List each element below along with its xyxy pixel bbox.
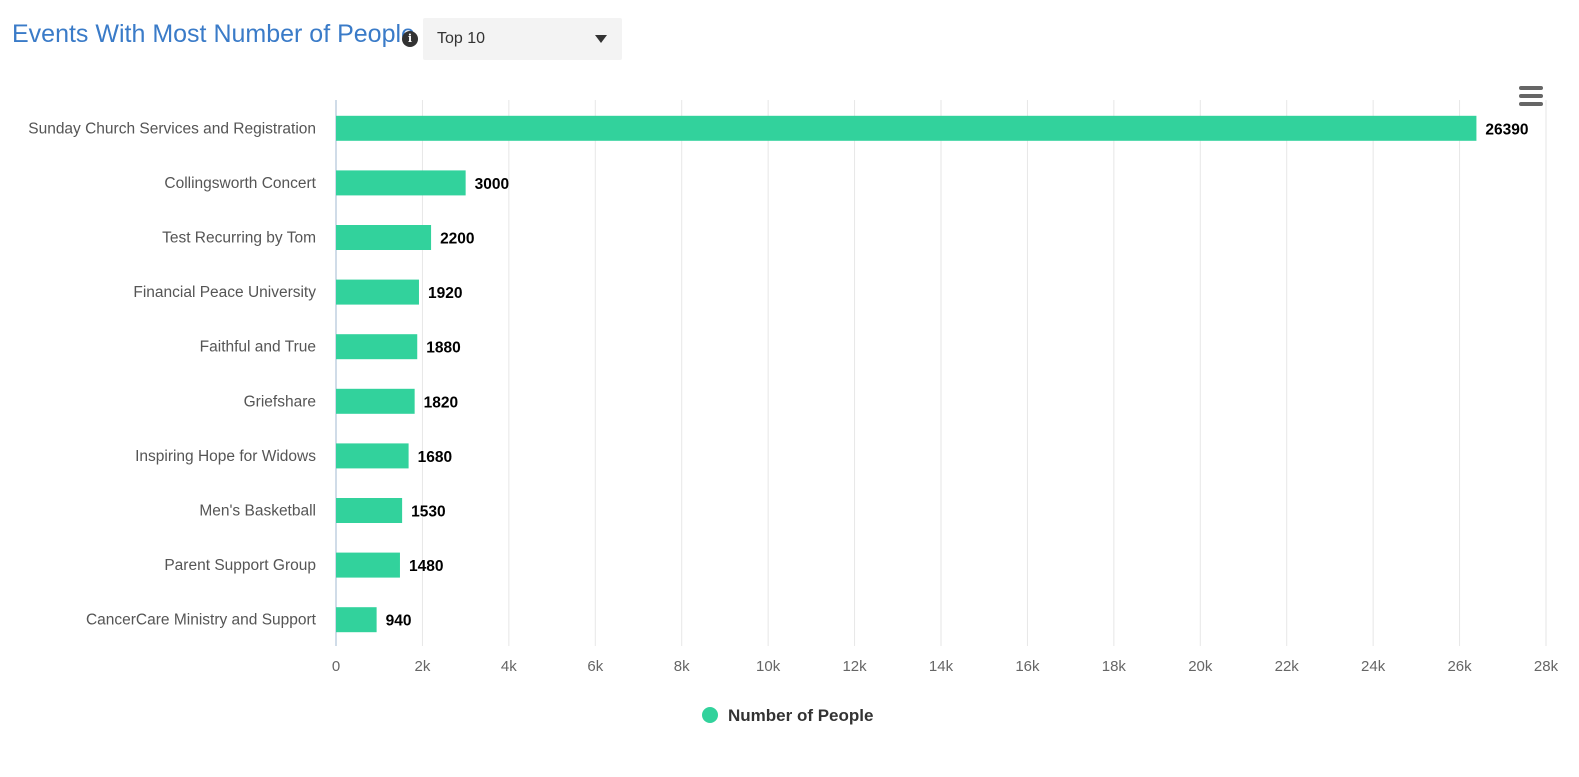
x-tick-label: 4k [501, 658, 517, 675]
category-label: Collingsworth Concert [164, 175, 316, 192]
x-tick-label: 8k [674, 658, 690, 675]
data-label: 1480 [409, 558, 443, 575]
bar [336, 115, 1477, 141]
x-tick-label: 22k [1275, 658, 1300, 675]
x-tick-label: 2k [415, 658, 431, 675]
category-label: Faithful and True [200, 339, 316, 356]
bar [336, 170, 466, 196]
legend-label: Number of People [728, 706, 874, 725]
info-icon[interactable]: i [402, 31, 418, 47]
bar [336, 498, 403, 523]
category-label: Men's Basketball [199, 503, 316, 520]
bar [336, 443, 409, 469]
x-tick-label: 6k [587, 658, 603, 675]
bar [336, 388, 415, 414]
bar [336, 334, 418, 360]
category-label: Financial Peace University [133, 284, 316, 301]
data-label: 1530 [411, 504, 445, 521]
category-label: Inspiring Hope for Widows [135, 448, 316, 465]
bar [336, 225, 432, 250]
x-tick-label: 18k [1102, 658, 1127, 675]
x-tick-label: 24k [1361, 658, 1386, 675]
category-label: CancerCare Ministry and Support [86, 612, 317, 629]
chart-page: 0 2k 4k 6k 8k 10k 12k 14k 16k 18k 20k 22k 24k 26k 28k S… [0, 0, 1579, 777]
data-label: 1880 [426, 340, 460, 357]
top-n-select[interactable]: Top 10 [423, 18, 622, 60]
top-n-select-value: Top 10 [437, 30, 486, 47]
x-tick-label: 28k [1534, 658, 1559, 675]
data-label: 940 [386, 613, 412, 630]
x-tick-label: 14k [929, 658, 954, 675]
data-label: 1920 [428, 285, 462, 302]
bar-chart: 0 2k 4k 6k 8k 10k 12k 14k 16k 18k 20k 22k 24k 26k 28k S… [28, 100, 1559, 675]
category-label: Parent Support Group [164, 557, 316, 574]
bar [336, 607, 377, 633]
category-label: Test Recurring by Tom [162, 230, 316, 247]
data-label: 2200 [440, 231, 474, 248]
data-label: 26390 [1485, 121, 1528, 138]
bar [336, 279, 419, 305]
x-tick-label: 16k [1015, 658, 1040, 675]
chart-title: Events With Most Number of People [12, 20, 415, 48]
x-tick-label: 0 [332, 658, 340, 675]
x-tick-label: 10k [756, 658, 781, 675]
x-tick-label: 26k [1447, 658, 1472, 675]
caret-down-icon [595, 35, 607, 43]
category-label: Sunday Church Services and Registration [28, 120, 316, 137]
legend-marker [702, 707, 718, 723]
hamburger-menu-icon[interactable] [1519, 86, 1543, 106]
data-label: 3000 [475, 176, 509, 193]
x-tick-label: 20k [1188, 658, 1213, 675]
bar [336, 552, 400, 578]
data-label: 1680 [418, 449, 452, 466]
data-label: 1820 [424, 394, 458, 411]
x-tick-label: 12k [842, 658, 867, 675]
category-label: Griefshare [244, 393, 316, 410]
